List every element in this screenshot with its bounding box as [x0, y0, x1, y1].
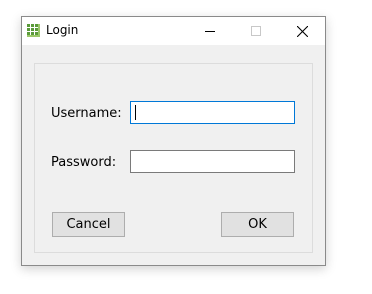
- username-input[interactable]: [130, 101, 295, 124]
- password-label: Password:: [51, 155, 117, 170]
- ok-button[interactable]: OK: [221, 212, 294, 237]
- text-cursor: [135, 105, 136, 120]
- maximize-button[interactable]: [233, 17, 279, 45]
- minimize-icon: [205, 31, 215, 32]
- username-label: Username:: [51, 106, 122, 121]
- login-dialog-window: Login Username: Password: Cancel OK: [21, 16, 326, 266]
- minimize-button[interactable]: [187, 17, 233, 45]
- close-icon: [296, 25, 308, 37]
- grid-app-icon: [26, 23, 41, 38]
- window-title: Login: [46, 23, 79, 37]
- password-input[interactable]: [130, 150, 295, 173]
- cancel-button[interactable]: Cancel: [52, 212, 125, 237]
- close-button[interactable]: [279, 17, 325, 45]
- maximize-icon: [251, 26, 261, 36]
- title-bar[interactable]: Login: [22, 17, 325, 45]
